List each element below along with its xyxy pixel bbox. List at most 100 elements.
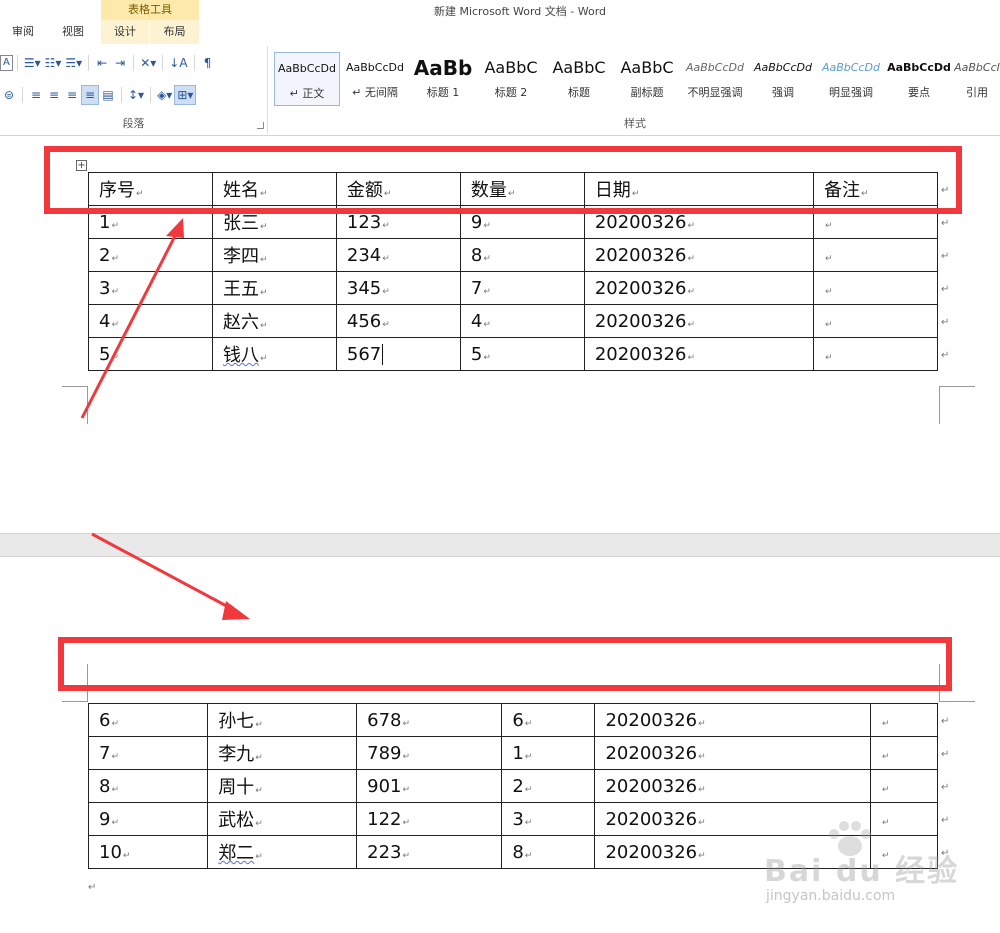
table-cell[interactable]: 567​ — [335, 337, 461, 371]
table-cell[interactable]: 6↵ — [87, 703, 209, 737]
bullets-icon[interactable]: ☰▾ — [22, 53, 43, 73]
table-cell[interactable]: 8↵ — [87, 769, 209, 803]
style-sample: AaBbCcDd — [686, 61, 744, 74]
decrease-indent-icon[interactable]: ⇤ — [93, 53, 111, 73]
table-cell[interactable]: ↵ — [869, 703, 939, 737]
style-emphasis[interactable]: AaBbCcDd 强调 — [750, 52, 816, 106]
table-cell[interactable]: ↵ — [812, 337, 939, 371]
table-cell[interactable]: 234↵ — [335, 238, 461, 272]
paragraph-row-2: ⊜ ≡ ≡ ≡ ≡ ▤ ↕▾ ◈▾ ⊞▾ — [0, 84, 197, 106]
tab-design[interactable]: 设计 — [101, 20, 149, 44]
cell-end-mark-icon: ↵ — [483, 286, 491, 297]
justify-icon[interactable]: ≡ — [81, 85, 99, 105]
table-cell[interactable]: 赵六↵ — [211, 304, 337, 338]
align-center-icon[interactable]: ≡ — [45, 85, 63, 105]
sort-icon[interactable]: ↓A — [167, 53, 189, 73]
table-cell[interactable]: 20200326↵ — [594, 736, 871, 770]
chinese-layout-icon[interactable]: ✕▾ — [138, 53, 158, 73]
table-cell[interactable]: ↵ — [812, 271, 939, 305]
shading-icon[interactable]: ◈▾ — [155, 85, 174, 105]
numbering-icon[interactable]: ☷▾ — [43, 53, 64, 73]
table-cell[interactable]: 郑二↵ — [207, 835, 358, 869]
table-cell[interactable]: 周十↵ — [207, 769, 358, 803]
table-cell[interactable]: 钱八↵ — [211, 337, 337, 371]
table-cell[interactable]: 5↵ — [459, 337, 585, 371]
table-cell[interactable]: 8↵ — [459, 238, 585, 272]
table-cell[interactable]: 3↵ — [88, 271, 213, 305]
paragraph-dialog-launcher-icon[interactable] — [257, 122, 264, 129]
cell-end-mark-icon: ↵ — [111, 718, 119, 729]
table-cell[interactable]: ↵ — [869, 736, 939, 770]
table-cell[interactable]: 8↵ — [501, 835, 596, 869]
style-intense-emphasis[interactable]: AaBbCcDd 明显强调 — [818, 52, 884, 106]
table-cell[interactable]: 4↵ — [88, 304, 213, 338]
style-normal[interactable]: AaBbCcDd ↵ 正文 — [274, 52, 340, 106]
table-cell[interactable]: 20200326↵ — [594, 769, 871, 803]
table-cell[interactable]: 7↵ — [459, 271, 585, 305]
table-cell[interactable]: 9↵ — [87, 802, 209, 836]
table-cell[interactable]: 223↵ — [356, 835, 503, 869]
table-cell[interactable]: 20200326↵ — [583, 337, 814, 371]
table-cell[interactable]: 2↵ — [88, 238, 213, 272]
table-cell[interactable]: 10↵ — [87, 835, 209, 869]
cell-end-mark-icon: ↵ — [483, 220, 491, 231]
table-cell[interactable]: ↵ — [812, 304, 939, 338]
table-cell[interactable]: 王五↵ — [211, 271, 337, 305]
borders-icon[interactable]: ⊞▾ — [174, 85, 197, 105]
table-cell[interactable]: 武松↵ — [207, 802, 358, 836]
table-cell[interactable]: 20200326↵ — [583, 238, 814, 272]
style-heading-1[interactable]: AaBb 标题 1 — [410, 52, 476, 106]
line-spacing-icon[interactable]: ↕▾ — [126, 85, 146, 105]
style-subtle-emphasis[interactable]: AaBbCcDd 不明显强调 — [682, 52, 748, 106]
distributed-icon[interactable]: ▤ — [99, 85, 117, 105]
asian-text-icon[interactable]: ⊜ — [0, 85, 18, 105]
style-strong[interactable]: AaBbCcDd 要点 — [886, 52, 952, 106]
cell-end-mark-icon: ↵ — [687, 220, 695, 231]
style-no-spacing[interactable]: AaBbCcDd ↵ 无间隔 — [342, 52, 408, 106]
style-subtitle[interactable]: AaBbC 副标题 — [614, 52, 680, 106]
table-cell[interactable]: 20200326↵ — [583, 304, 814, 338]
text-box-icon[interactable]: A — [0, 55, 13, 71]
table-cell[interactable]: 122↵ — [356, 802, 503, 836]
align-right-icon[interactable]: ≡ — [63, 85, 81, 105]
table-cell[interactable]: 345↵ — [335, 271, 461, 305]
table-cell[interactable]: 20200326↵ — [594, 703, 871, 737]
table-cell[interactable]: 4↵ — [459, 304, 585, 338]
cell-end-mark-icon: ↵ — [111, 352, 119, 363]
style-sample: AaBbCcDd — [822, 61, 880, 74]
table-cell[interactable]: 5↵ — [88, 337, 213, 371]
table-cell[interactable]: 2↵ — [501, 769, 596, 803]
table-cell[interactable]: 7↵ — [87, 736, 209, 770]
table-cell[interactable]: 李九↵ — [207, 736, 358, 770]
style-title[interactable]: AaBbC 标题 — [546, 52, 612, 106]
show-marks-icon[interactable]: ¶ — [199, 53, 217, 73]
page-break-gap — [0, 533, 1000, 557]
cell-end-mark-icon: ↵ — [255, 786, 263, 796]
table-cell[interactable]: 李四↵ — [211, 238, 337, 272]
style-quote[interactable]: AaBbCcI 引用 — [954, 52, 1000, 106]
table-cell[interactable]: 456↵ — [335, 304, 461, 338]
cell-end-mark-icon: ↵ — [483, 319, 491, 330]
table-cell[interactable]: 孙七↵ — [207, 703, 358, 737]
table-cell[interactable]: 678↵ — [356, 703, 503, 737]
table-cell[interactable]: ↵ — [812, 238, 939, 272]
increase-indent-icon[interactable]: ⇥ — [111, 53, 129, 73]
cell-text: 8 — [470, 244, 483, 266]
tab-review[interactable]: 审阅 — [0, 20, 46, 44]
style-heading-2[interactable]: AaBbC 标题 2 — [478, 52, 544, 106]
align-left-icon[interactable]: ≡ — [27, 85, 45, 105]
multilevel-list-icon[interactable]: ☴▾ — [63, 53, 84, 73]
table-cell[interactable]: 3↵ — [501, 802, 596, 836]
cell-end-mark-icon: ↵ — [483, 253, 491, 264]
table-cell[interactable]: 1↵ — [501, 736, 596, 770]
cell-end-mark-icon: ↵ — [255, 720, 263, 730]
table-cell[interactable]: ↵ — [869, 769, 939, 803]
table-cell[interactable]: 6↵ — [501, 703, 596, 737]
table-cell[interactable]: 901↵ — [356, 769, 503, 803]
baidu-jingyan-watermark: Bai du 经验 jingyan.baidu.com — [760, 820, 960, 920]
cell-text: 4 — [470, 310, 483, 332]
table-cell[interactable]: 789↵ — [356, 736, 503, 770]
table-cell[interactable]: 20200326↵ — [583, 271, 814, 305]
tab-view[interactable]: 视图 — [50, 20, 96, 44]
tab-layout[interactable]: 布局 — [150, 20, 199, 44]
